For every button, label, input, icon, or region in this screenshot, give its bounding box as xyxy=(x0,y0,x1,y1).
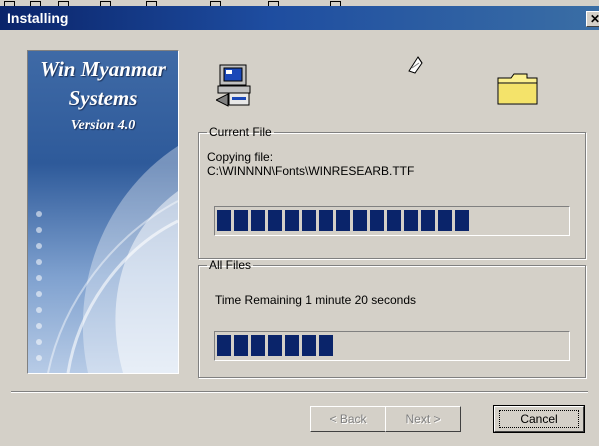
banner-version: Version 4.0 xyxy=(70,118,136,133)
back-button[interactable]: < Back xyxy=(310,406,386,432)
all-files-progress-fill xyxy=(217,335,333,356)
button-separator xyxy=(11,391,588,393)
time-remaining-text: Time Remaining 1 minute 20 seconds xyxy=(215,293,416,307)
product-banner: Win Myanmar Systems Version 4.0 xyxy=(27,50,179,374)
close-button[interactable]: ✕ xyxy=(586,11,599,27)
all-files-legend: All Files xyxy=(209,258,252,272)
banner-title-line2: Systems xyxy=(68,86,138,110)
title-bar[interactable]: Installing ✕ xyxy=(0,6,599,30)
copying-file-label: Copying file: xyxy=(207,150,274,164)
banner-title-line1: Win Myanmar xyxy=(40,57,166,81)
current-file-progress-bar xyxy=(214,206,570,236)
current-file-progress-fill xyxy=(217,210,469,231)
current-file-group: Current File xyxy=(198,125,586,259)
cancel-label: Cancel xyxy=(520,412,558,426)
folder-icon xyxy=(497,73,538,105)
flying-paper-icon xyxy=(408,56,423,74)
cancel-button[interactable]: Cancel xyxy=(493,405,585,433)
banner-dots xyxy=(32,201,72,371)
window-title: Installing xyxy=(7,10,69,26)
all-files-progress-bar xyxy=(214,331,570,361)
next-button[interactable]: Next > xyxy=(385,406,461,432)
current-file-legend: Current File xyxy=(209,125,272,139)
computer-setup-icon xyxy=(216,64,251,107)
copying-file-path: C:\WINNNN\Fonts\WINRESEARB.TTF xyxy=(207,164,415,178)
close-icon: ✕ xyxy=(589,12,599,26)
